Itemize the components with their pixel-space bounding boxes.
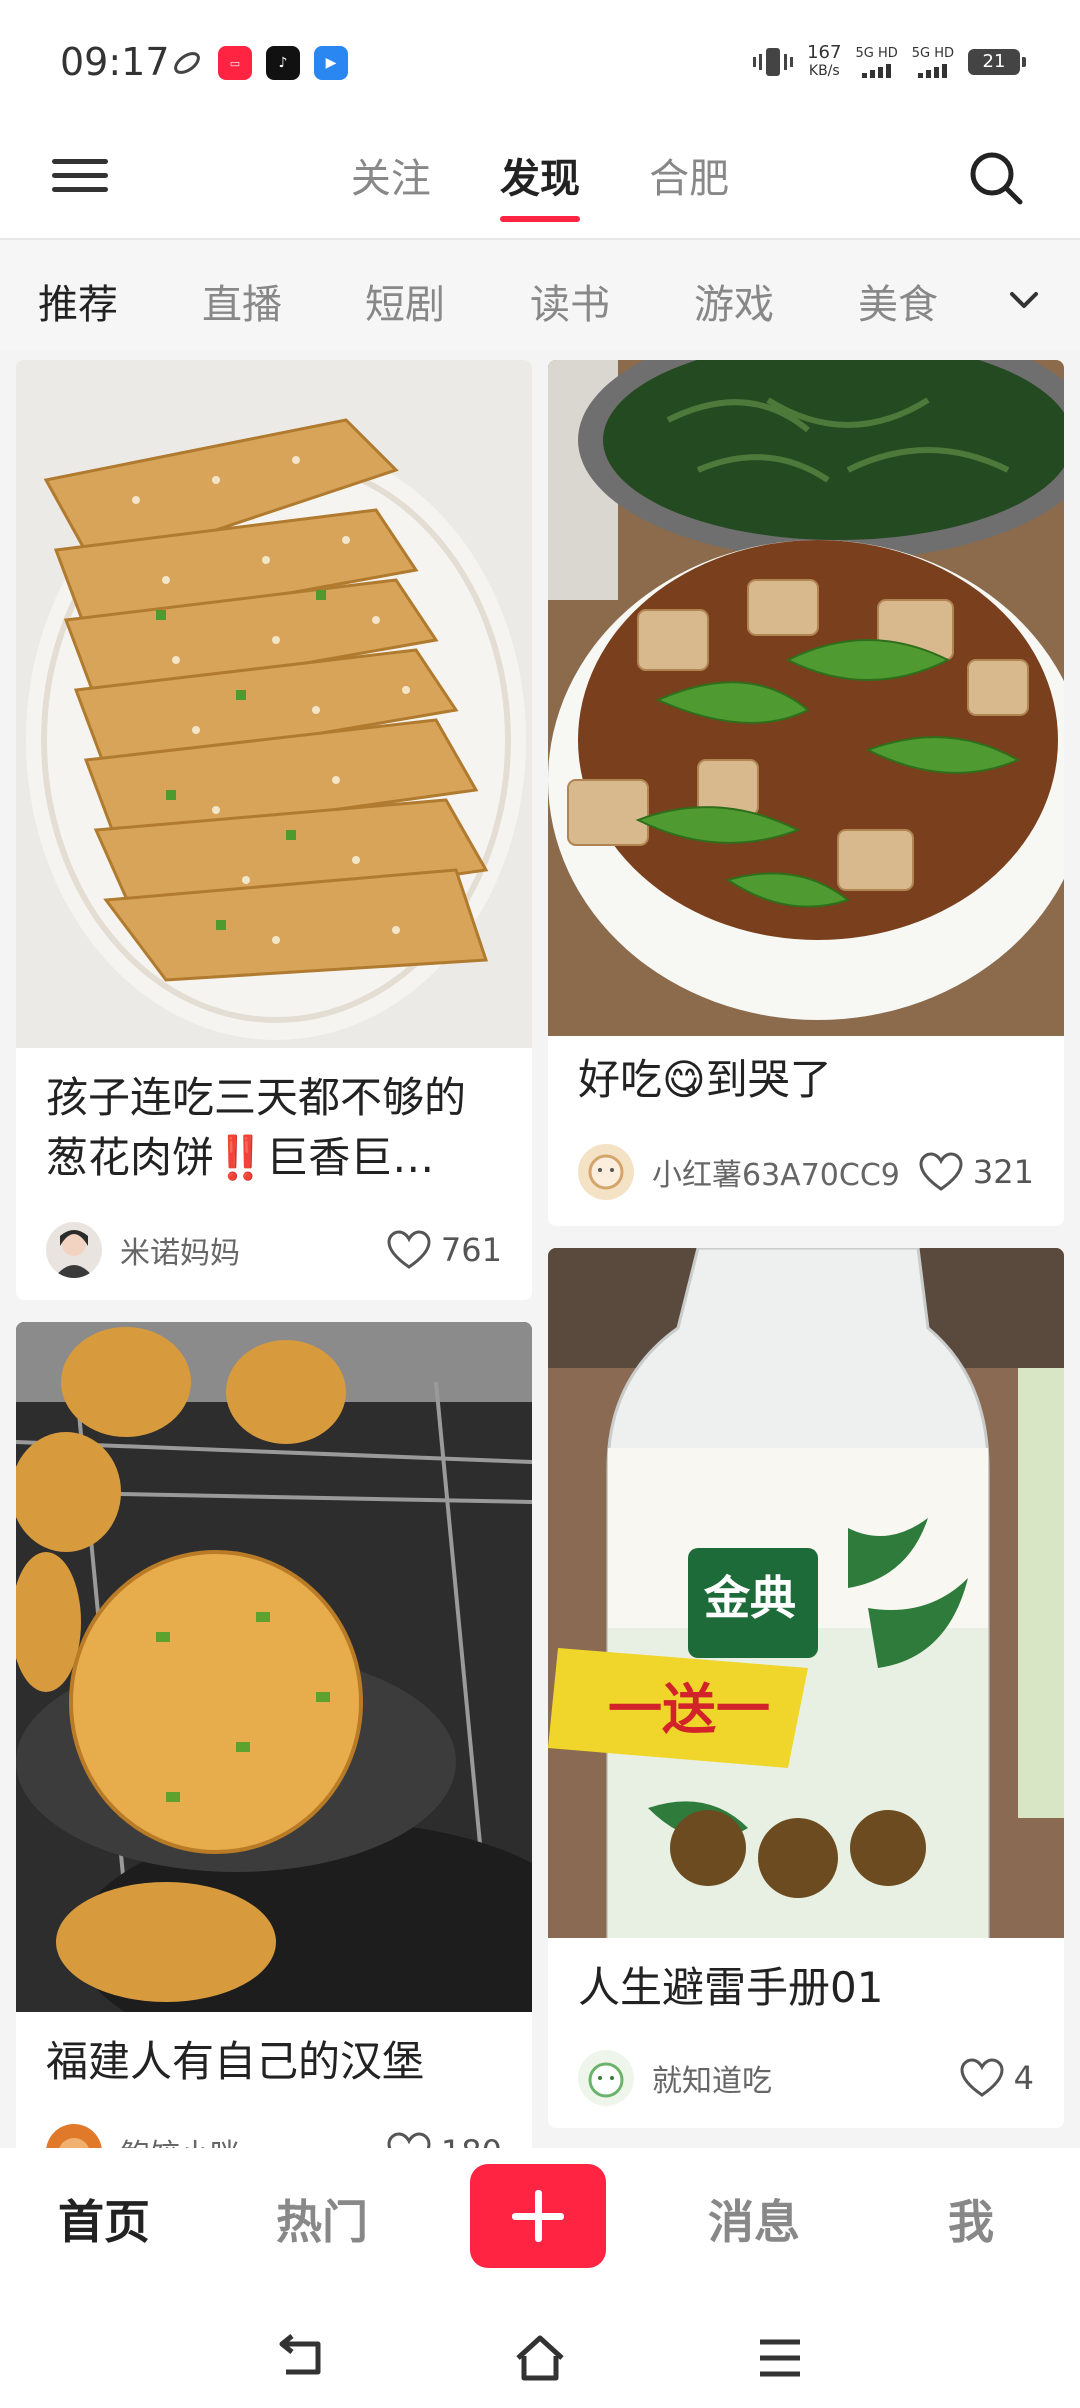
card-title: 好吃😋到哭了 [578, 1055, 832, 1104]
vibrate-icon [753, 48, 794, 76]
feed-card[interactable]: 孩子连吃三天都不够的葱花肉饼‼️巨香巨… 米诺妈妈 761 [16, 360, 532, 1300]
milk-bottle-photo: 一送一 金典 [548, 1248, 1064, 1938]
channel-short-drama[interactable]: 短剧 [365, 272, 445, 330]
feed-card[interactable]: 福建人有自己的汉堡 鲍饺小咪 180 [16, 1322, 532, 2162]
avatar[interactable] [578, 1144, 634, 1200]
card-title: 孩子连吃三天都不够的葱花肉饼‼️巨香巨… [46, 1073, 467, 1182]
net-speed-value: 167 [807, 42, 842, 63]
like-count: 4 [1013, 2059, 1034, 2097]
channel-recommend[interactable]: 推荐 [38, 272, 118, 330]
tab-follow[interactable]: 关注 [351, 146, 431, 204]
author-name[interactable]: 米诺妈妈 [120, 1228, 387, 1272]
svg-text:一送一: 一送一 [608, 1678, 770, 1741]
signal-bars-icon [855, 62, 897, 78]
heart-icon [387, 1230, 431, 1269]
add-post-button[interactable] [470, 2164, 606, 2268]
channel-reading[interactable]: 读书 [530, 272, 610, 330]
tab-discover[interactable]: 发现 [500, 146, 580, 222]
search-icon[interactable] [966, 148, 1026, 208]
recent-apps-icon[interactable] [752, 2330, 808, 2386]
author-row: 米诺妈妈 761 [46, 1220, 502, 1280]
bottom-navigation: 首页 热门 消息 我 [0, 2148, 1080, 2408]
avatar[interactable] [46, 1222, 102, 1278]
svg-text:金典: 金典 [703, 1571, 796, 1625]
heart-icon [960, 2058, 1004, 2097]
status-time: 09:17 [60, 40, 170, 84]
card-title: 人生避雷手册01 [578, 1963, 884, 2012]
author-row: 就知道吃 4 [578, 2048, 1034, 2108]
net-speed-unit: KB/s [808, 63, 840, 79]
author-name[interactable]: 小红薯63A70CC9 [652, 1150, 919, 1194]
scallion-meat-pancake-photo [16, 360, 532, 1048]
chevron-down-icon[interactable] [1004, 280, 1044, 320]
tofu-pepper-stew-photo [548, 360, 1064, 1036]
leaf-app-icon [170, 46, 204, 80]
notification-icons: ▭ ♪ ▶ [170, 46, 348, 80]
nav-home[interactable]: 首页 [58, 2186, 150, 2252]
like-count: 761 [440, 1231, 502, 1269]
like-button[interactable]: 321 [919, 1152, 1034, 1192]
rednote-app-icon: ▭ [218, 46, 252, 80]
card-title: 福建人有自己的汉堡 [46, 2037, 425, 2086]
battery-icon: 21 [968, 49, 1026, 75]
douyin-app-icon: ♪ [266, 46, 300, 80]
net-speed: 167 KB/s [807, 44, 841, 80]
nav-me[interactable]: 我 [948, 2186, 994, 2252]
channel-games[interactable]: 游戏 [694, 272, 774, 330]
nav-messages[interactable]: 消息 [708, 2186, 800, 2252]
like-count: 321 [972, 1153, 1034, 1191]
top-navigation: 关注 发现 合肥 [0, 124, 1080, 240]
like-button[interactable]: 4 [960, 2058, 1034, 2098]
sim1-label: 5G HD [855, 46, 898, 61]
sim2-label: 5G HD [911, 46, 954, 61]
fried-scallion-cake-photo [16, 1322, 532, 2012]
back-icon[interactable] [272, 2330, 328, 2386]
sim2-signal: 5G HD [912, 46, 954, 78]
channel-food[interactable]: 美食 [858, 272, 938, 330]
signal-bars-icon [912, 62, 954, 78]
avatar[interactable] [578, 2050, 634, 2106]
channel-live[interactable]: 直播 [202, 272, 282, 330]
sim1-signal: 5G HD [855, 46, 898, 78]
author-row: 小红薯63A70CC9 321 [578, 1142, 1034, 1202]
video-app-icon: ▶ [314, 46, 348, 80]
status-right-icons: 167 KB/s 5G HD 5G HD 21 [753, 44, 1026, 80]
tab-local[interactable]: 合肥 [649, 146, 729, 204]
channel-bar: 推荐 直播 短剧 读书 游戏 美食 [0, 240, 1080, 350]
author-name[interactable]: 就知道吃 [652, 2056, 960, 2100]
like-button[interactable]: 761 [387, 1230, 502, 1270]
nav-hot[interactable]: 热门 [276, 2186, 368, 2252]
feed-card[interactable]: 一送一 金典 人生避雷手册01 就知道吃 4 [548, 1248, 1064, 2128]
heart-icon [919, 1152, 963, 1191]
feed-card[interactable]: 好吃😋到哭了 小红薯63A70CC9 321 [548, 360, 1064, 1226]
home-icon[interactable] [512, 2330, 568, 2386]
top-tabs: 关注 发现 合肥 [0, 146, 1080, 222]
status-bar: 09:17 ▭ ♪ ▶ 167 KB/s 5G HD 5G HD 21 [0, 0, 1080, 124]
